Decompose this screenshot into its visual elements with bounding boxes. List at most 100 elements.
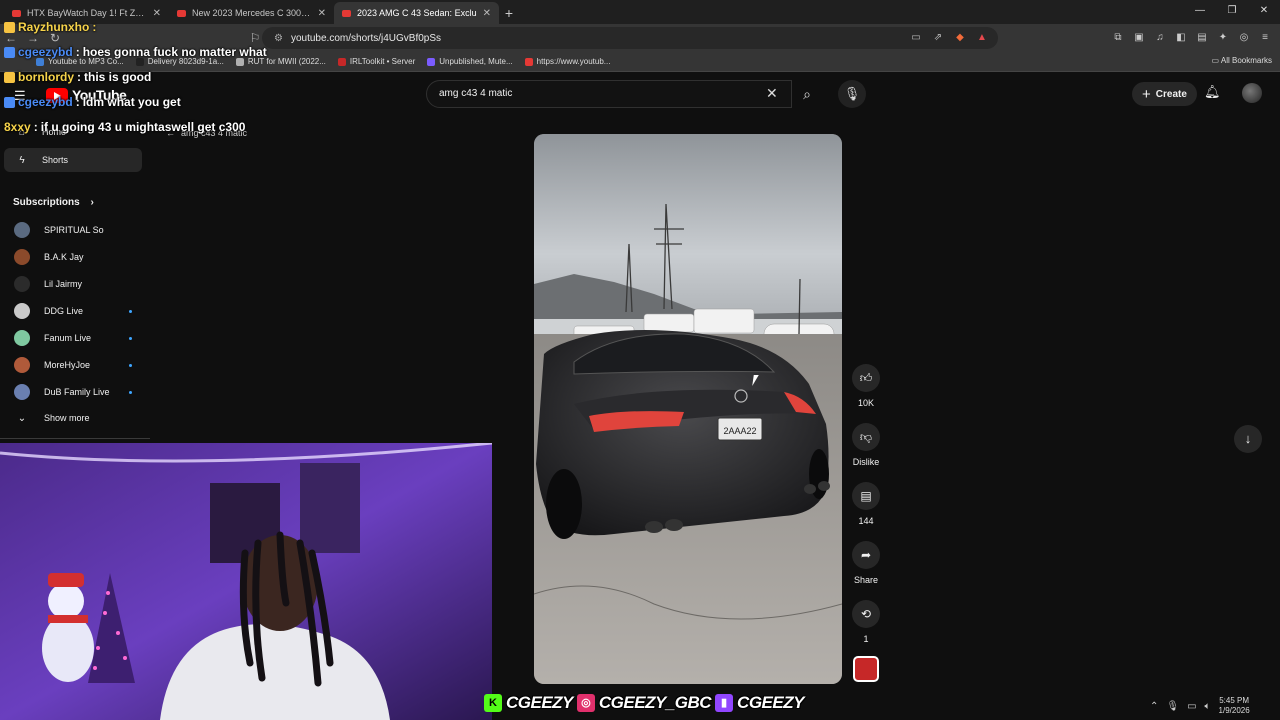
live-indicator-dot xyxy=(129,309,132,313)
youtube-favicon-icon xyxy=(177,9,186,17)
clock-date: 1/9/2026 xyxy=(1218,706,1250,715)
menu-icon[interactable]: ≡ xyxy=(1258,31,1272,45)
system-tray: ⌃ 🎙︎ ▭ 🔈︎ 5:45 PM 1/9/2026 xyxy=(1150,692,1280,720)
channel-avatar xyxy=(14,330,30,346)
address-bar-icons: ▭ ⇗ ◆ ▲ xyxy=(908,30,990,46)
extension-icons: ⧉ ▣ ♫ ◧ ▤ ✦ ◎ ≡ xyxy=(1111,31,1272,45)
youtube-favicon-icon xyxy=(12,9,21,17)
car-video-frame: 2AAA22 xyxy=(534,134,842,684)
sidebar-divider xyxy=(0,438,150,439)
youtube-sidebar: ⌂ Home ϟ Shorts Subscriptions › SPIRITUA… xyxy=(0,116,150,446)
bookmark-favicon-icon xyxy=(427,57,436,66)
channel-name: Lil Jairmy xyxy=(44,279,83,289)
cast-icon[interactable]: ▭ xyxy=(908,30,924,46)
sidebar-item-shorts[interactable]: ϟ Shorts xyxy=(4,148,142,172)
chevron-right-icon: › xyxy=(90,197,94,208)
search-icon[interactable]: ⌕ xyxy=(792,80,822,108)
next-short-arrow-icon[interactable]: ↓ xyxy=(1234,425,1262,453)
browser-tab-title: 2023 AMG C 43 Sedan: Exclu xyxy=(357,8,477,18)
bookmark-favicon-icon xyxy=(337,57,346,66)
channel-avatar xyxy=(14,276,30,292)
maximize-icon[interactable]: ❐ xyxy=(1216,0,1248,24)
create-button[interactable]: + Create xyxy=(1132,82,1197,106)
channel-avatar xyxy=(14,357,30,373)
chat-message: bornlordy : this is good xyxy=(4,68,151,86)
create-label: Create xyxy=(1155,88,1187,100)
browser-tab[interactable]: New 2023 Mercedes C 300 4MATIC ✕ xyxy=(169,2,334,24)
chat-text: this is good xyxy=(84,70,152,84)
site-info-icon[interactable]: ⚙ xyxy=(274,33,283,44)
ai-icon[interactable]: ✦ xyxy=(1216,31,1230,45)
close-window-icon[interactable]: ✕ xyxy=(1248,0,1280,24)
microphone-icon[interactable]: 🎙︎ xyxy=(838,80,866,108)
instagram-logo-icon: ◎ xyxy=(576,694,595,712)
chat-username: cgeezybd xyxy=(18,95,73,109)
chat-username: Rayzhunxho xyxy=(18,20,90,34)
system-clock[interactable]: 5:45 PM 1/9/2026 xyxy=(1219,696,1250,716)
extension-icon[interactable]: ⧉ xyxy=(1111,31,1125,45)
network-icon[interactable]: ▭ xyxy=(1187,701,1196,712)
sidebar-channel-item[interactable]: MoreHyJoe xyxy=(4,353,142,377)
short-video-player[interactable]: 2AAA22 xyxy=(534,134,842,684)
twitch-logo-icon: ▮ xyxy=(715,694,734,712)
close-tab-icon[interactable]: ✕ xyxy=(483,8,491,19)
live-indicator-dot xyxy=(129,390,132,394)
close-tab-icon[interactable]: ✕ xyxy=(318,8,326,19)
all-bookmarks[interactable]: ▭ All Bookmarks xyxy=(1212,56,1272,65)
chat-badge-icon xyxy=(4,21,15,33)
instagram-handle: CGEEZY_GBC xyxy=(598,693,712,712)
volume-icon[interactable]: 🔈︎ xyxy=(1205,701,1211,712)
subscriptions-heading[interactable]: Subscriptions › xyxy=(13,197,94,208)
microphone-tray-icon[interactable]: 🎙︎ xyxy=(1166,701,1179,712)
channel-avatar xyxy=(14,384,30,400)
search-input[interactable]: amg c43 4 matic xyxy=(426,80,792,108)
brave-rewards-icon[interactable]: ▲ xyxy=(974,30,990,46)
brave-shield-icon[interactable]: ◆ xyxy=(952,30,968,46)
screen: HTX BayWatch Day 1! Ft Zaayonyt - Y ✕ Ne… xyxy=(0,0,1280,720)
new-tab-icon[interactable]: + xyxy=(499,2,519,24)
comments-button[interactable]: ▤ 144 xyxy=(846,482,886,526)
sidebar-channel-item[interactable]: DuB Family Live xyxy=(4,380,142,404)
clear-search-icon[interactable]: ✕ xyxy=(766,85,778,102)
bookmark-item[interactable]: Unpublished, Mute... xyxy=(421,57,518,66)
window-controls: — ❐ ✕ xyxy=(1184,0,1280,24)
chat-badge-icon xyxy=(4,71,15,83)
minimize-icon[interactable]: — xyxy=(1184,0,1216,24)
notifications-bell-icon[interactable]: 🔔︎ xyxy=(1204,84,1221,100)
remix-count: 1 xyxy=(863,634,869,644)
show-more-button[interactable]: ⌄ Show more xyxy=(4,406,142,430)
dislike-label: Dislike xyxy=(852,457,880,467)
extension-icon[interactable]: ▣ xyxy=(1132,31,1146,45)
sidebar-channel-item[interactable]: Lil Jairmy xyxy=(4,272,142,296)
sidebar-channel-item[interactable]: Fanum Live xyxy=(4,326,142,350)
chat-message: Rayzhunxho : xyxy=(4,18,99,36)
address-bar[interactable]: ⚙ youtube.com/shorts/j4UGvBf0pSs ▭ ⇗ ◆ ▲ xyxy=(262,27,998,49)
sidebar-toggle-icon[interactable]: ◧ xyxy=(1174,31,1188,45)
bookmark-item[interactable]: https://www.youtub... xyxy=(519,57,617,66)
close-tab-icon[interactable]: ✕ xyxy=(153,8,161,19)
sidebar-channel-item[interactable]: B.A.K Jay xyxy=(4,245,142,269)
twitch-handle: CGEEZY xyxy=(737,693,804,712)
share-button[interactable]: ➦ Share xyxy=(846,541,886,585)
thumbs-up-icon: 👍︎ xyxy=(852,364,880,392)
chat-message: cgeezybd : ldm what you get xyxy=(4,93,181,111)
sidebar-channel-item[interactable]: DDG Live xyxy=(4,299,142,323)
chevron-down-icon: ⌄ xyxy=(17,412,27,424)
wallet-icon[interactable]: ▤ xyxy=(1195,31,1209,45)
bookmark-item[interactable]: IRLToolkit • Server xyxy=(332,57,421,66)
remix-icon: ⟲ xyxy=(852,600,880,628)
youtube-header: ☰ YouTube amg c43 4 matic ✕ ⌕ 🎙︎ + Creat… xyxy=(0,72,1280,116)
like-button[interactable]: 👍︎ 10K xyxy=(846,364,886,408)
live-indicator-dot xyxy=(129,336,132,340)
music-icon[interactable]: ♫ xyxy=(1153,31,1167,45)
shorts-icon: ϟ xyxy=(19,154,25,166)
share-icon[interactable]: ⇗ xyxy=(930,30,946,46)
chevron-up-icon[interactable]: ⌃ xyxy=(1150,701,1158,712)
channel-avatar[interactable] xyxy=(853,656,879,682)
dislike-button[interactable]: 👎︎ Dislike xyxy=(846,423,886,467)
account-avatar[interactable] xyxy=(1242,83,1262,103)
vpn-icon[interactable]: ◎ xyxy=(1237,31,1251,45)
sidebar-channel-item[interactable]: SPIRITUAL So xyxy=(4,218,142,242)
browser-tab-active[interactable]: 2023 AMG C 43 Sedan: Exclu ✕ xyxy=(334,2,499,24)
remix-button[interactable]: ⟲ 1 xyxy=(846,600,886,644)
